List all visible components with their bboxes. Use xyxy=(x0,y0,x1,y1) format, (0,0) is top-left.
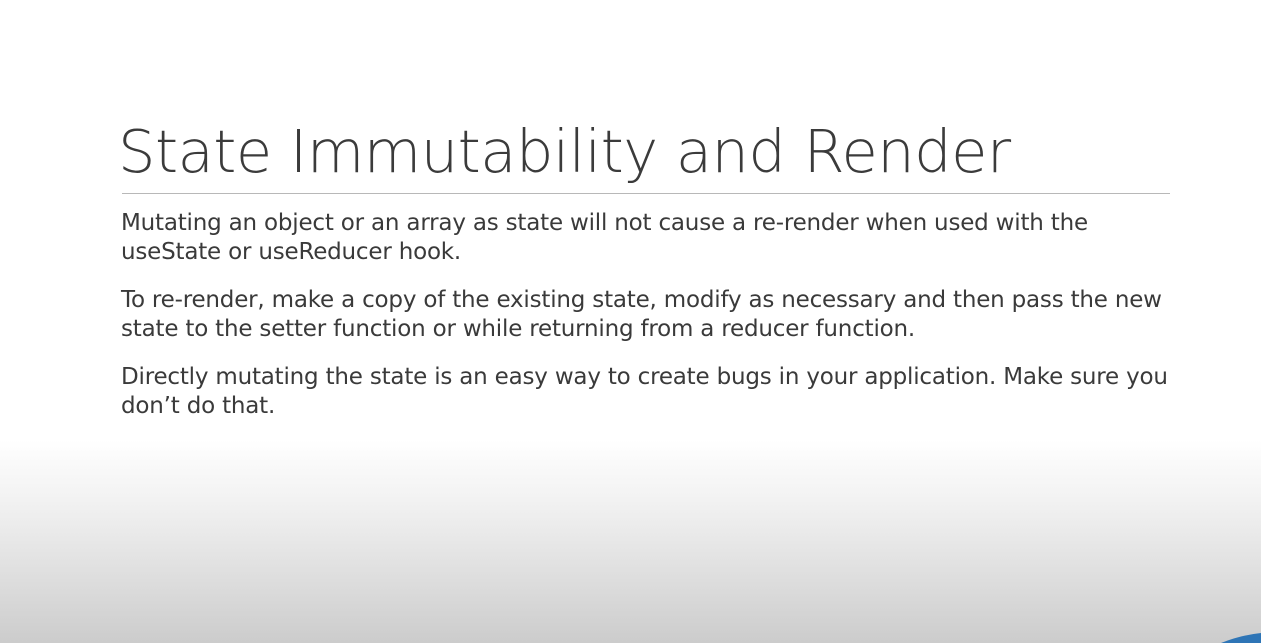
body-paragraph-2: To re-render, make a copy of the existin… xyxy=(121,287,1162,342)
slide-body: Mutating an object or an array as state … xyxy=(121,209,1181,440)
slide-title: State Immutability and Render xyxy=(118,117,1011,186)
body-paragraph-3: Directly mutating the state is an easy w… xyxy=(121,364,1168,419)
body-paragraph-1: Mutating an object or an array as state … xyxy=(121,210,1088,265)
corner-accent-shape xyxy=(1221,633,1261,643)
title-divider xyxy=(122,193,1170,194)
